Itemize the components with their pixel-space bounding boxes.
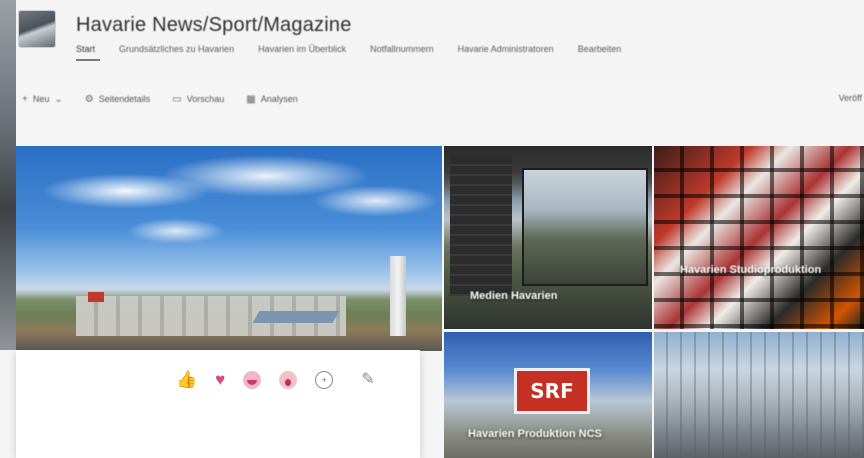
preview-label: Vorschau bbox=[186, 94, 225, 104]
page-details-button[interactable]: ⚙ Seitendetails bbox=[85, 94, 151, 105]
preview-button[interactable]: ▭ Vorschau bbox=[172, 94, 224, 105]
left-edge-image bbox=[0, 0, 16, 350]
analytics-icon: ▦ bbox=[246, 93, 256, 105]
tile-label-medien: Medien Havarien bbox=[470, 290, 558, 302]
publish-button[interactable]: Veröff bbox=[839, 93, 862, 103]
laugh-icon[interactable] bbox=[243, 371, 262, 389]
hero-tile-main[interactable] bbox=[16, 146, 442, 351]
page-details-label: Seitendetails bbox=[98, 94, 151, 104]
new-button[interactable]: + Neu ⌄ bbox=[22, 94, 63, 105]
site-logo[interactable] bbox=[18, 10, 56, 48]
nav-active-indicator bbox=[76, 59, 100, 61]
add-reaction-icon[interactable]: + bbox=[315, 371, 334, 389]
chevron-down-icon: ⌄ bbox=[54, 93, 63, 105]
surprised-icon[interactable] bbox=[279, 371, 298, 389]
new-button-label: Neu bbox=[32, 94, 50, 104]
hero-tile-produktion[interactable]: SRF Havarien Produktion NCS bbox=[444, 332, 652, 458]
like-icon[interactable]: 👍 bbox=[176, 370, 197, 390]
nav-item-bearbeiten[interactable]: Bearbeiten bbox=[578, 44, 622, 54]
plus-icon: + bbox=[22, 93, 28, 105]
tile-label-studioproduktion: Havarien Studioproduktion bbox=[680, 264, 822, 276]
site-navigation: Start Grundsätzliches zu Havarien Havari… bbox=[76, 44, 621, 54]
tile-image-screen bbox=[522, 168, 648, 286]
site-header: Havarie News/Sport/Magazine Start Grunds… bbox=[16, 0, 864, 80]
edit-icon[interactable]: ✎ bbox=[361, 370, 374, 390]
nav-item-notfallnummern[interactable]: Notfallnummern bbox=[370, 44, 434, 54]
hero-tile-medien[interactable]: Medien Havarien bbox=[444, 146, 652, 329]
sharepoint-page: Havarie News/Sport/Magazine Start Grunds… bbox=[0, 0, 864, 458]
site-title[interactable]: Havarie News/Sport/Magazine bbox=[76, 14, 352, 37]
hero-tile-studioproduktion[interactable]: Havarien Studioproduktion bbox=[654, 146, 864, 329]
command-bar: + Neu ⌄ ⚙ Seitendetails ▭ Vorschau ▦ Ana… bbox=[16, 84, 864, 114]
nav-item-administratoren[interactable]: Havarie Administratoren bbox=[458, 44, 554, 54]
analytics-label: Analysen bbox=[260, 94, 298, 104]
reaction-bar: 👍 ♥ + ✎ bbox=[176, 370, 375, 390]
nav-item-ueberblick[interactable]: Havarien im Überblick bbox=[258, 44, 346, 54]
settings-icon: ⚙ bbox=[84, 93, 94, 105]
heart-icon[interactable]: ♥ bbox=[215, 370, 225, 390]
srf-logo: SRF bbox=[514, 368, 590, 414]
tile-label-produktion: Havarien Produktion NCS bbox=[468, 428, 602, 440]
hero-image-sign bbox=[88, 292, 104, 302]
tile-image-panel bbox=[450, 156, 512, 296]
preview-icon: ▭ bbox=[172, 93, 182, 105]
nav-item-grundsaetzliches[interactable]: Grundsätzliches zu Havarien bbox=[119, 44, 234, 54]
nav-item-start[interactable]: Start bbox=[76, 44, 95, 54]
analytics-button[interactable]: ▦ Analysen bbox=[246, 94, 297, 105]
hero-image-water bbox=[252, 311, 340, 323]
hero-tile-building[interactable] bbox=[654, 332, 864, 458]
hero-image-tower bbox=[390, 256, 406, 336]
reactions-popup: 👍 ♥ + ✎ bbox=[16, 350, 420, 458]
